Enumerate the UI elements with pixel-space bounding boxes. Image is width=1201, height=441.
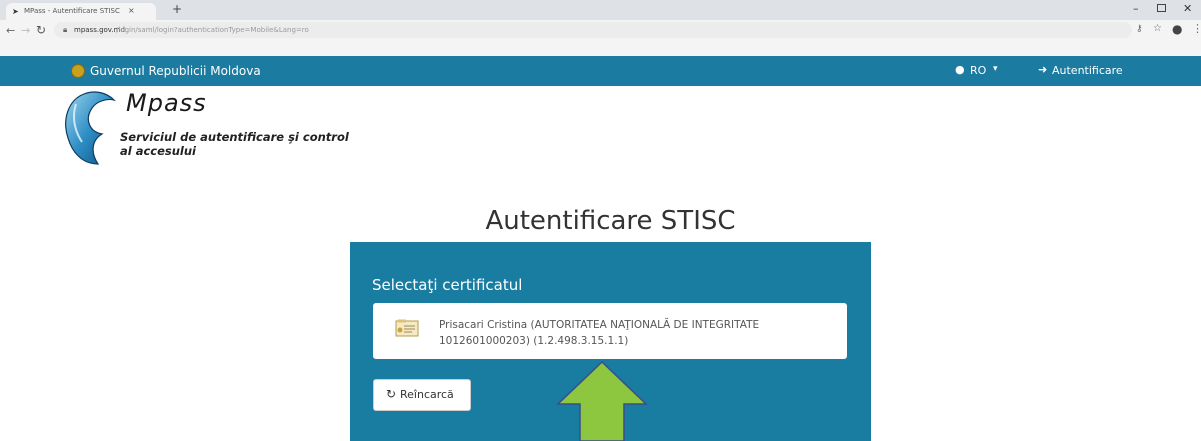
globe-icon[interactable]: ● xyxy=(955,63,965,76)
address-bar[interactable]: 🔒︎ mpass.gov.md /login/saml/login?authen… xyxy=(54,22,1132,38)
annotation-arrow-up-icon xyxy=(556,361,648,441)
browser-toolbar: ← → ↻ 🔒︎ mpass.gov.md /login/saml/login?… xyxy=(0,20,1201,56)
caret-down-icon[interactable]: ▾ xyxy=(993,64,998,74)
certificate-icon xyxy=(395,319,419,337)
forward-icon[interactable]: → xyxy=(21,24,30,37)
tab-title: MPass - Autentificare STISC xyxy=(24,7,120,15)
maximize-window-icon[interactable] xyxy=(1157,4,1166,12)
logo-brand-text: Mpass xyxy=(126,89,207,117)
minimize-window-icon[interactable]: – xyxy=(1133,2,1139,15)
key-icon[interactable]: ⚷ xyxy=(1136,24,1143,34)
refresh-icon: ↻ xyxy=(386,387,397,401)
government-emblem-icon xyxy=(71,64,85,78)
close-window-icon[interactable]: ✕ xyxy=(1183,2,1192,15)
site-navbar: Guvernul Republicii Moldova ● RO ▾ ➜ Aut… xyxy=(0,56,1201,86)
tab-close-icon[interactable]: × xyxy=(128,6,135,16)
language-selector[interactable]: RO xyxy=(970,64,986,77)
lock-icon[interactable]: 🔒︎ xyxy=(63,25,67,35)
browser-tab-strip: ➤ MPass - Autentificare STISC × + – ✕ xyxy=(0,0,1201,20)
sign-in-icon[interactable]: ➜ xyxy=(1038,63,1047,76)
certificate-list-item[interactable]: Prisacari Cristina (AUTORITATEA NAŢIONAL… xyxy=(373,303,847,359)
mpass-favicon-icon: ➤ xyxy=(12,7,19,16)
account-icon[interactable]: ● xyxy=(1172,22,1182,36)
url-path: /login/saml/login?authenticationType=Mob… xyxy=(116,26,309,34)
page-title: Autentificare STISC xyxy=(485,206,736,236)
menu-icon[interactable]: ⋮ xyxy=(1192,22,1201,35)
back-icon[interactable]: ← xyxy=(6,24,15,37)
star-icon[interactable]: ☆ xyxy=(1153,23,1162,34)
panel-heading: Selectaţi certificatul xyxy=(372,276,523,294)
new-tab-button[interactable]: + xyxy=(172,2,182,16)
reload-certificates-button[interactable]: ↻ Reîncarcă xyxy=(373,379,471,411)
browser-tab[interactable]: ➤ MPass - Autentificare STISC × xyxy=(6,3,156,20)
reload-button-label: Reîncarcă xyxy=(400,388,454,401)
government-name-link[interactable]: Guvernul Republicii Moldova xyxy=(90,63,261,79)
reload-icon[interactable]: ↻ xyxy=(36,23,46,37)
mpass-logo: Mpass Serviciul de autentificare şi cont… xyxy=(62,89,362,170)
logo-tagline: Serviciul de autentificare şi control al… xyxy=(120,130,349,158)
certificate-label: Prisacari Cristina (AUTORITATEA NAŢIONAL… xyxy=(439,319,760,347)
login-link[interactable]: Autentificare xyxy=(1052,64,1123,77)
